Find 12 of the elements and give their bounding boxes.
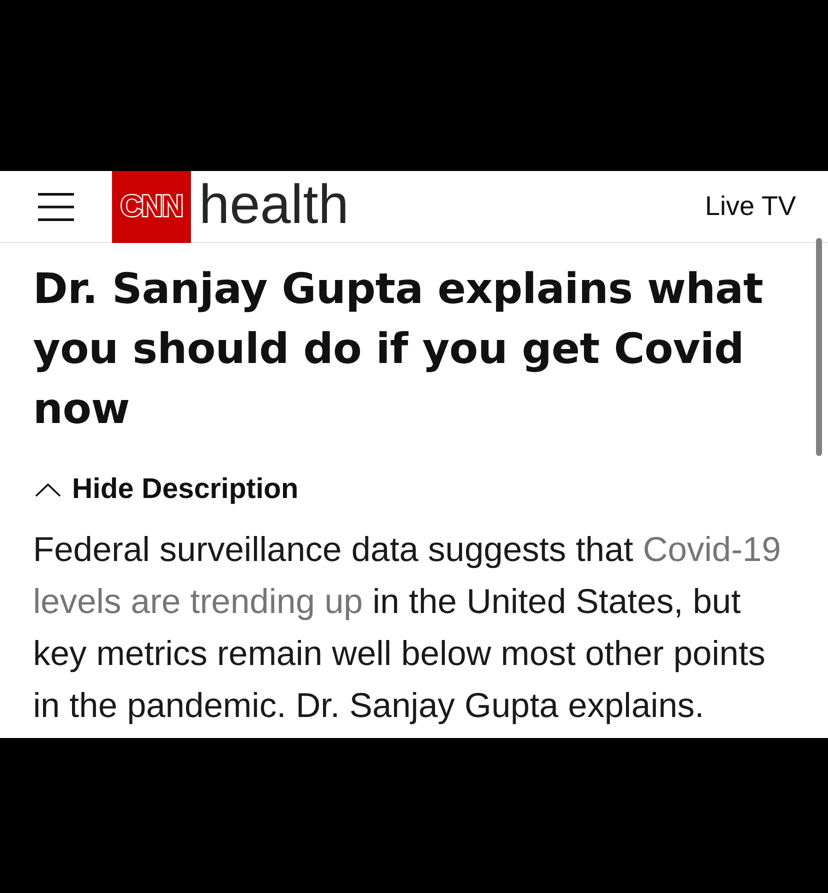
description-link[interactable]: levels are trending up <box>33 583 363 621</box>
description-toggle[interactable]: Hide Description <box>33 473 298 506</box>
description-link[interactable]: Covid-19 <box>642 531 781 569</box>
menu-icon <box>38 192 74 220</box>
live-tv-link[interactable]: Live TV <box>704 191 796 222</box>
site-logo[interactable]: CNN health <box>112 171 349 243</box>
section-name: health <box>199 176 349 236</box>
article-headline: Dr. Sanjay Gupta explains what you should do if you get Covid now <box>33 263 764 435</box>
menu-button[interactable] <box>38 192 74 220</box>
video-description: Federal surveillance data suggests that Covid-19 levels are trending up in the United States, but key metrics remain well below most other points in the pandemic. Dr. Sanjay Gupta explains. <box>33 530 782 727</box>
scrollbar-thumb[interactable] <box>816 238 822 456</box>
brand-mark: CNN <box>112 171 191 243</box>
